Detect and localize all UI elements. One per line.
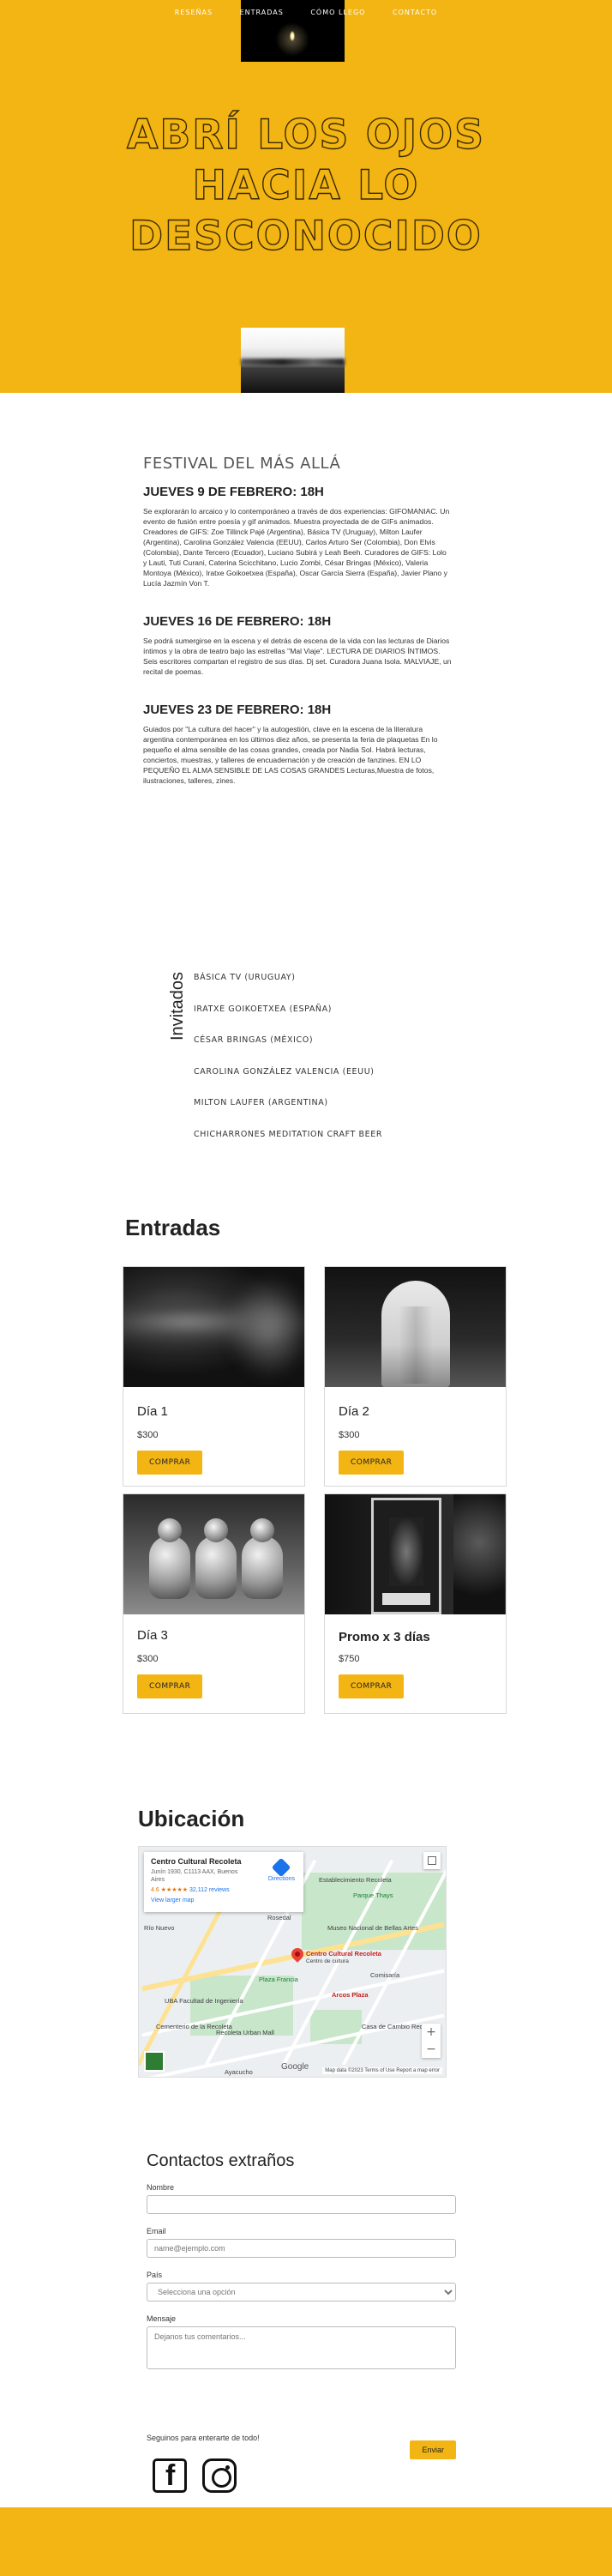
map-label: Recoleta Urban Mall [216,2029,274,2036]
contact-title: Contactos extraños [147,2151,295,2170]
reviews-link[interactable]: 32,112 reviews [189,1887,230,1893]
map-label: Centro de cultura [306,1958,349,1964]
name-field[interactable] [147,2195,456,2214]
zoom-controls[interactable]: + − [422,2024,441,2058]
buy-button[interactable]: COMPRAR [137,1674,203,1698]
ticket-image [325,1494,506,1614]
map-footer: Map data ©2023 Terms of Use Report a map… [139,2065,446,2077]
directions-button[interactable]: Directions [267,1857,295,1882]
festival-title: FESTIVAL DEL MÁS ALLÁ [143,455,341,473]
map-label: Parque Thays [353,1891,393,1899]
zoom-in-icon[interactable]: + [422,2024,441,2041]
invitados-list: BÁSICA TV (URUGUAY) IRATXE GOIKOETXEA (E… [194,969,451,1157]
day-text: Se explorarán lo arcaico y lo contemporá… [143,507,450,588]
map-label: UBA Facultad de Ingeniería [165,1997,243,2005]
ticket-name: Día 1 [137,1404,168,1419]
buy-button[interactable]: COMPRAR [137,1451,203,1475]
page: RESEÑAS ENTRADAS CÓMO LLEGO CONTACTO ABR… [0,0,612,2576]
footer [0,2507,612,2576]
message-field[interactable] [147,2326,456,2369]
country-label: País [147,2271,163,2279]
ticket-price: $300 [137,1430,159,1440]
day-text: Guiados por "La cultura del hacer" y la … [143,725,438,785]
hero-section: RESEÑAS ENTRADAS CÓMO LLEGO CONTACTO ABR… [0,0,612,393]
zoom-out-icon[interactable]: − [422,2041,441,2058]
invitado-item: MILTON LAUFER (ARGENTINA) [194,1098,328,1107]
candle-flame-icon [290,31,295,41]
ticket-card: Día 2 $300 COMPRAR [324,1266,507,1487]
directions-label: Directions [267,1876,295,1882]
map-label: Museo Nacional de Bellas Artes [327,1924,418,1932]
buy-button[interactable]: COMPRAR [339,1674,405,1698]
map-label: Rosedal [267,1914,291,1921]
place-rating: 4.6 ★★★★★ 32,112 reviews [151,1886,297,1893]
ticket-price: $750 [339,1654,360,1664]
nav-item-entradas[interactable]: ENTRADAS [240,9,284,16]
map-label: Comisaría [370,1971,400,1979]
name-label: Nombre [147,2183,175,2192]
ubicacion-title: Ubicación [138,1806,245,1831]
message-label: Mensaje [147,2314,177,2323]
email-label: Email [147,2227,166,2235]
email-field[interactable] [147,2239,456,2258]
hero-title-line: ABRÍ LOS OJOS [126,111,485,159]
festival-day: JUEVES 23 DE FEBRERO: 18H Guiados por "L… [143,703,452,786]
map-label: Plaza Francia [259,1976,298,1983]
ticket-name: Promo x 3 días [339,1630,430,1644]
ticket-image [123,1267,304,1387]
invitado-item: CÉSAR BRINGAS (MÉXICO) [194,1035,314,1045]
follow-text: Seguinos para enterarte de todo! [147,2434,260,2442]
nav-item-contacto[interactable]: CONTACTO [393,9,437,16]
map-label: Establecimiento Recoleta [319,1876,392,1884]
map-info-card: Centro Cultural Recoleta Junín 1930, C11… [144,1852,303,1912]
hero-title-line: HACIA LO [192,161,420,209]
invitado-item: CHICHARRONES MEDITATION CRAFT BEER [194,1129,383,1139]
ticket-image [123,1494,304,1614]
festival-section: FESTIVAL DEL MÁS ALLÁ JUEVES 9 DE FEBRER… [143,455,452,786]
instagram-icon[interactable] [202,2458,237,2493]
festival-day: JUEVES 16 DE FEBRERO: 18H Se podrá sumer… [143,614,452,677]
fullscreen-icon[interactable] [423,1852,441,1869]
main-nav: RESEÑAS ENTRADAS CÓMO LLEGO CONTACTO [0,9,612,16]
place-address: Junín 1930, C1113 AAX, Buenos Aires [151,1869,238,1883]
day-text: Se podrá sumergirse en la escena y el de… [143,636,452,676]
directions-icon [272,1857,291,1878]
map-terms[interactable]: Map data ©2023 Terms of Use Report a map… [322,2067,442,2074]
hero-horizon-image [241,328,345,393]
hero-title-line: DESCONOCIDO [129,212,483,260]
ticket-name: Día 3 [137,1628,168,1643]
map-label: Río Nuevo [144,1924,175,1932]
country-select[interactable]: Selecciona una opción [147,2283,456,2302]
ticket-card: Día 3 $300 COMPRAR [123,1493,305,1714]
day-heading: JUEVES 16 DE FEBRERO: 18H [143,614,332,629]
invitados-title: Invitados [168,971,187,1041]
facebook-icon[interactable] [153,2458,187,2493]
ticket-price: $300 [339,1430,360,1440]
map-label: Centro Cultural Recoleta [306,1950,381,1958]
rating-stars: 4.6 ★★★★★ [151,1887,189,1893]
invitado-item: CAROLINA GONZÁLEZ VALENCIA (EEUU) [194,1066,375,1077]
ticket-name: Día 2 [339,1404,369,1419]
hero-title: ABRÍ LOS OJOS HACIA LO DESCONOCIDO [0,110,612,262]
ticket-card: Día 1 $300 COMPRAR [123,1266,305,1487]
nav-item-resenas[interactable]: RESEÑAS [175,9,213,16]
map-label: Arcos Plaza [332,1991,369,1999]
day-heading: JUEVES 9 DE FEBRERO: 18H [143,485,324,499]
invitado-item: BÁSICA TV (URUGUAY) [194,973,296,982]
ticket-price: $300 [137,1654,159,1664]
invitado-item: IRATXE GOIKOETXEA (ESPAÑA) [194,1004,333,1014]
send-button[interactable]: Enviar [410,2440,456,2459]
buy-button[interactable]: COMPRAR [339,1451,405,1475]
contact-form: Contactos extraños Nombre Email País Sel… [147,2151,456,2459]
entradas-title: Entradas [125,1215,221,1240]
ticket-card: Promo x 3 días $750 COMPRAR [324,1493,507,1714]
ticket-image [325,1267,506,1387]
location-map[interactable]: Parque Thays Establecimiento Recoleta Rí… [138,1846,447,2078]
day-heading: JUEVES 23 DE FEBRERO: 18H [143,703,332,717]
larger-map-link[interactable]: View larger map [151,1897,297,1903]
festival-day: JUEVES 9 DE FEBRERO: 18H Se explorarán l… [143,485,452,588]
nav-item-como-llego[interactable]: CÓMO LLEGO [310,9,365,16]
